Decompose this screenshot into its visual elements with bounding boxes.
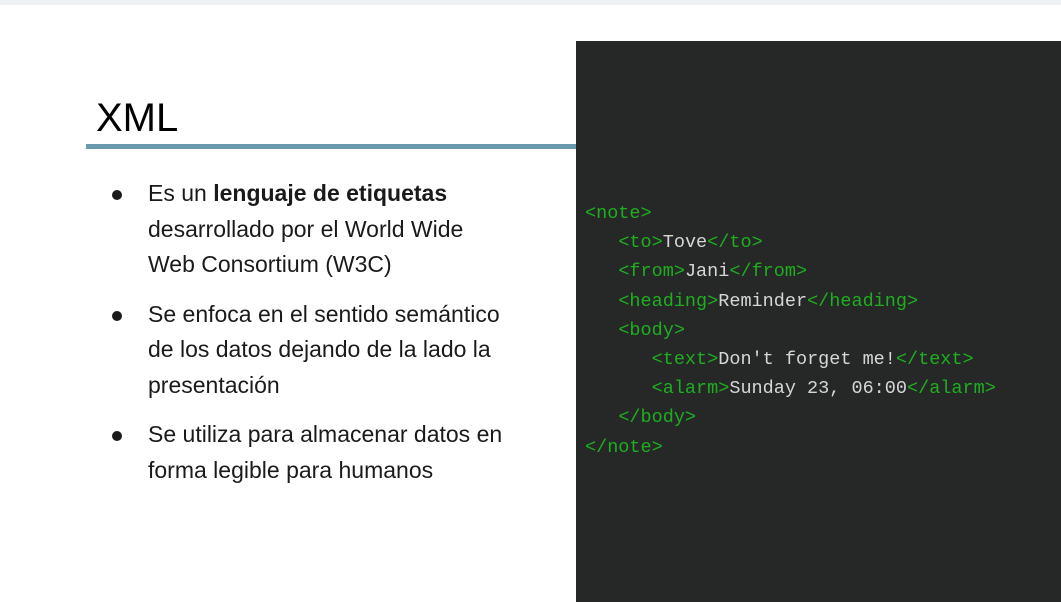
code-tag: </heading>	[807, 290, 919, 312]
code-line: <note>	[585, 199, 996, 228]
bullet-text: de los datos dejando de la lado la	[148, 336, 491, 362]
code-line: <to>Tove</to>	[585, 228, 996, 257]
code-text: Tove	[662, 232, 708, 254]
code-text: Jani	[684, 261, 730, 283]
bullet-item: Es un lenguaje de etiquetas desarrollado…	[110, 176, 560, 283]
bullet-text: Se utiliza para almacenar datos en	[148, 421, 503, 447]
code-tag: </from>	[729, 261, 808, 283]
bullet-text: Se enfoca en el sentido semántico	[148, 300, 500, 327]
code-line: <heading>Reminder</heading>	[585, 287, 996, 316]
code-tag: </to>	[707, 232, 763, 254]
code-line: </body>	[585, 403, 996, 432]
code-tag: </body>	[618, 407, 697, 429]
code-line: <from>Jani</from>	[585, 257, 996, 286]
bullet-list: Es un lenguaje de etiquetas desarrollado…	[110, 176, 560, 502]
bullet-dot-icon	[112, 431, 122, 441]
bullet-text: forma legible para humanos	[148, 456, 434, 483]
code-line: </note>	[585, 433, 996, 462]
code-tag: </note>	[585, 436, 663, 458]
bullet-item: Se utiliza para almacenar datos en forma…	[110, 417, 560, 488]
bullet-bold-text: lenguaje de etiquetas	[213, 180, 448, 206]
code-tag: <to>	[618, 232, 663, 254]
code-tag: <heading>	[618, 290, 719, 312]
code-text: Reminder	[718, 290, 808, 312]
code-line: <text>Don't forget me!</text>	[585, 345, 996, 374]
code-tag: </text>	[895, 348, 974, 370]
slide-title: XML	[96, 96, 179, 140]
bullet-dot-icon	[112, 310, 122, 321]
bullet-text: presentación	[148, 371, 280, 398]
code-text: Sunday 23, 06:00	[729, 378, 907, 400]
code-tag: <text>	[651, 348, 719, 370]
code-tag: </alarm>	[906, 378, 996, 400]
bullet-text: Web Consortium (W3C)	[148, 251, 392, 277]
code-tag: <alarm>	[651, 378, 730, 400]
code-line: <alarm>Sunday 23, 06:00</alarm>	[585, 374, 996, 403]
bullet-dot-icon	[112, 190, 122, 200]
title-underline	[86, 144, 578, 149]
bullet-text: desarrollado por el World Wide	[148, 215, 464, 242]
code-tag: <from>	[618, 261, 685, 283]
code-line: <body>	[585, 316, 996, 345]
bullet-text: Es un	[148, 180, 214, 206]
code-tag: <note>	[585, 203, 652, 224]
code-tag: <body>	[618, 319, 685, 341]
code-text: Don't forget me!	[718, 348, 896, 370]
xml-code-block: <note> <to>Tove</to> <from>Jani</from> <…	[585, 199, 996, 462]
bullet-item: Se enfoca en el sentido semántico de los…	[110, 297, 560, 404]
